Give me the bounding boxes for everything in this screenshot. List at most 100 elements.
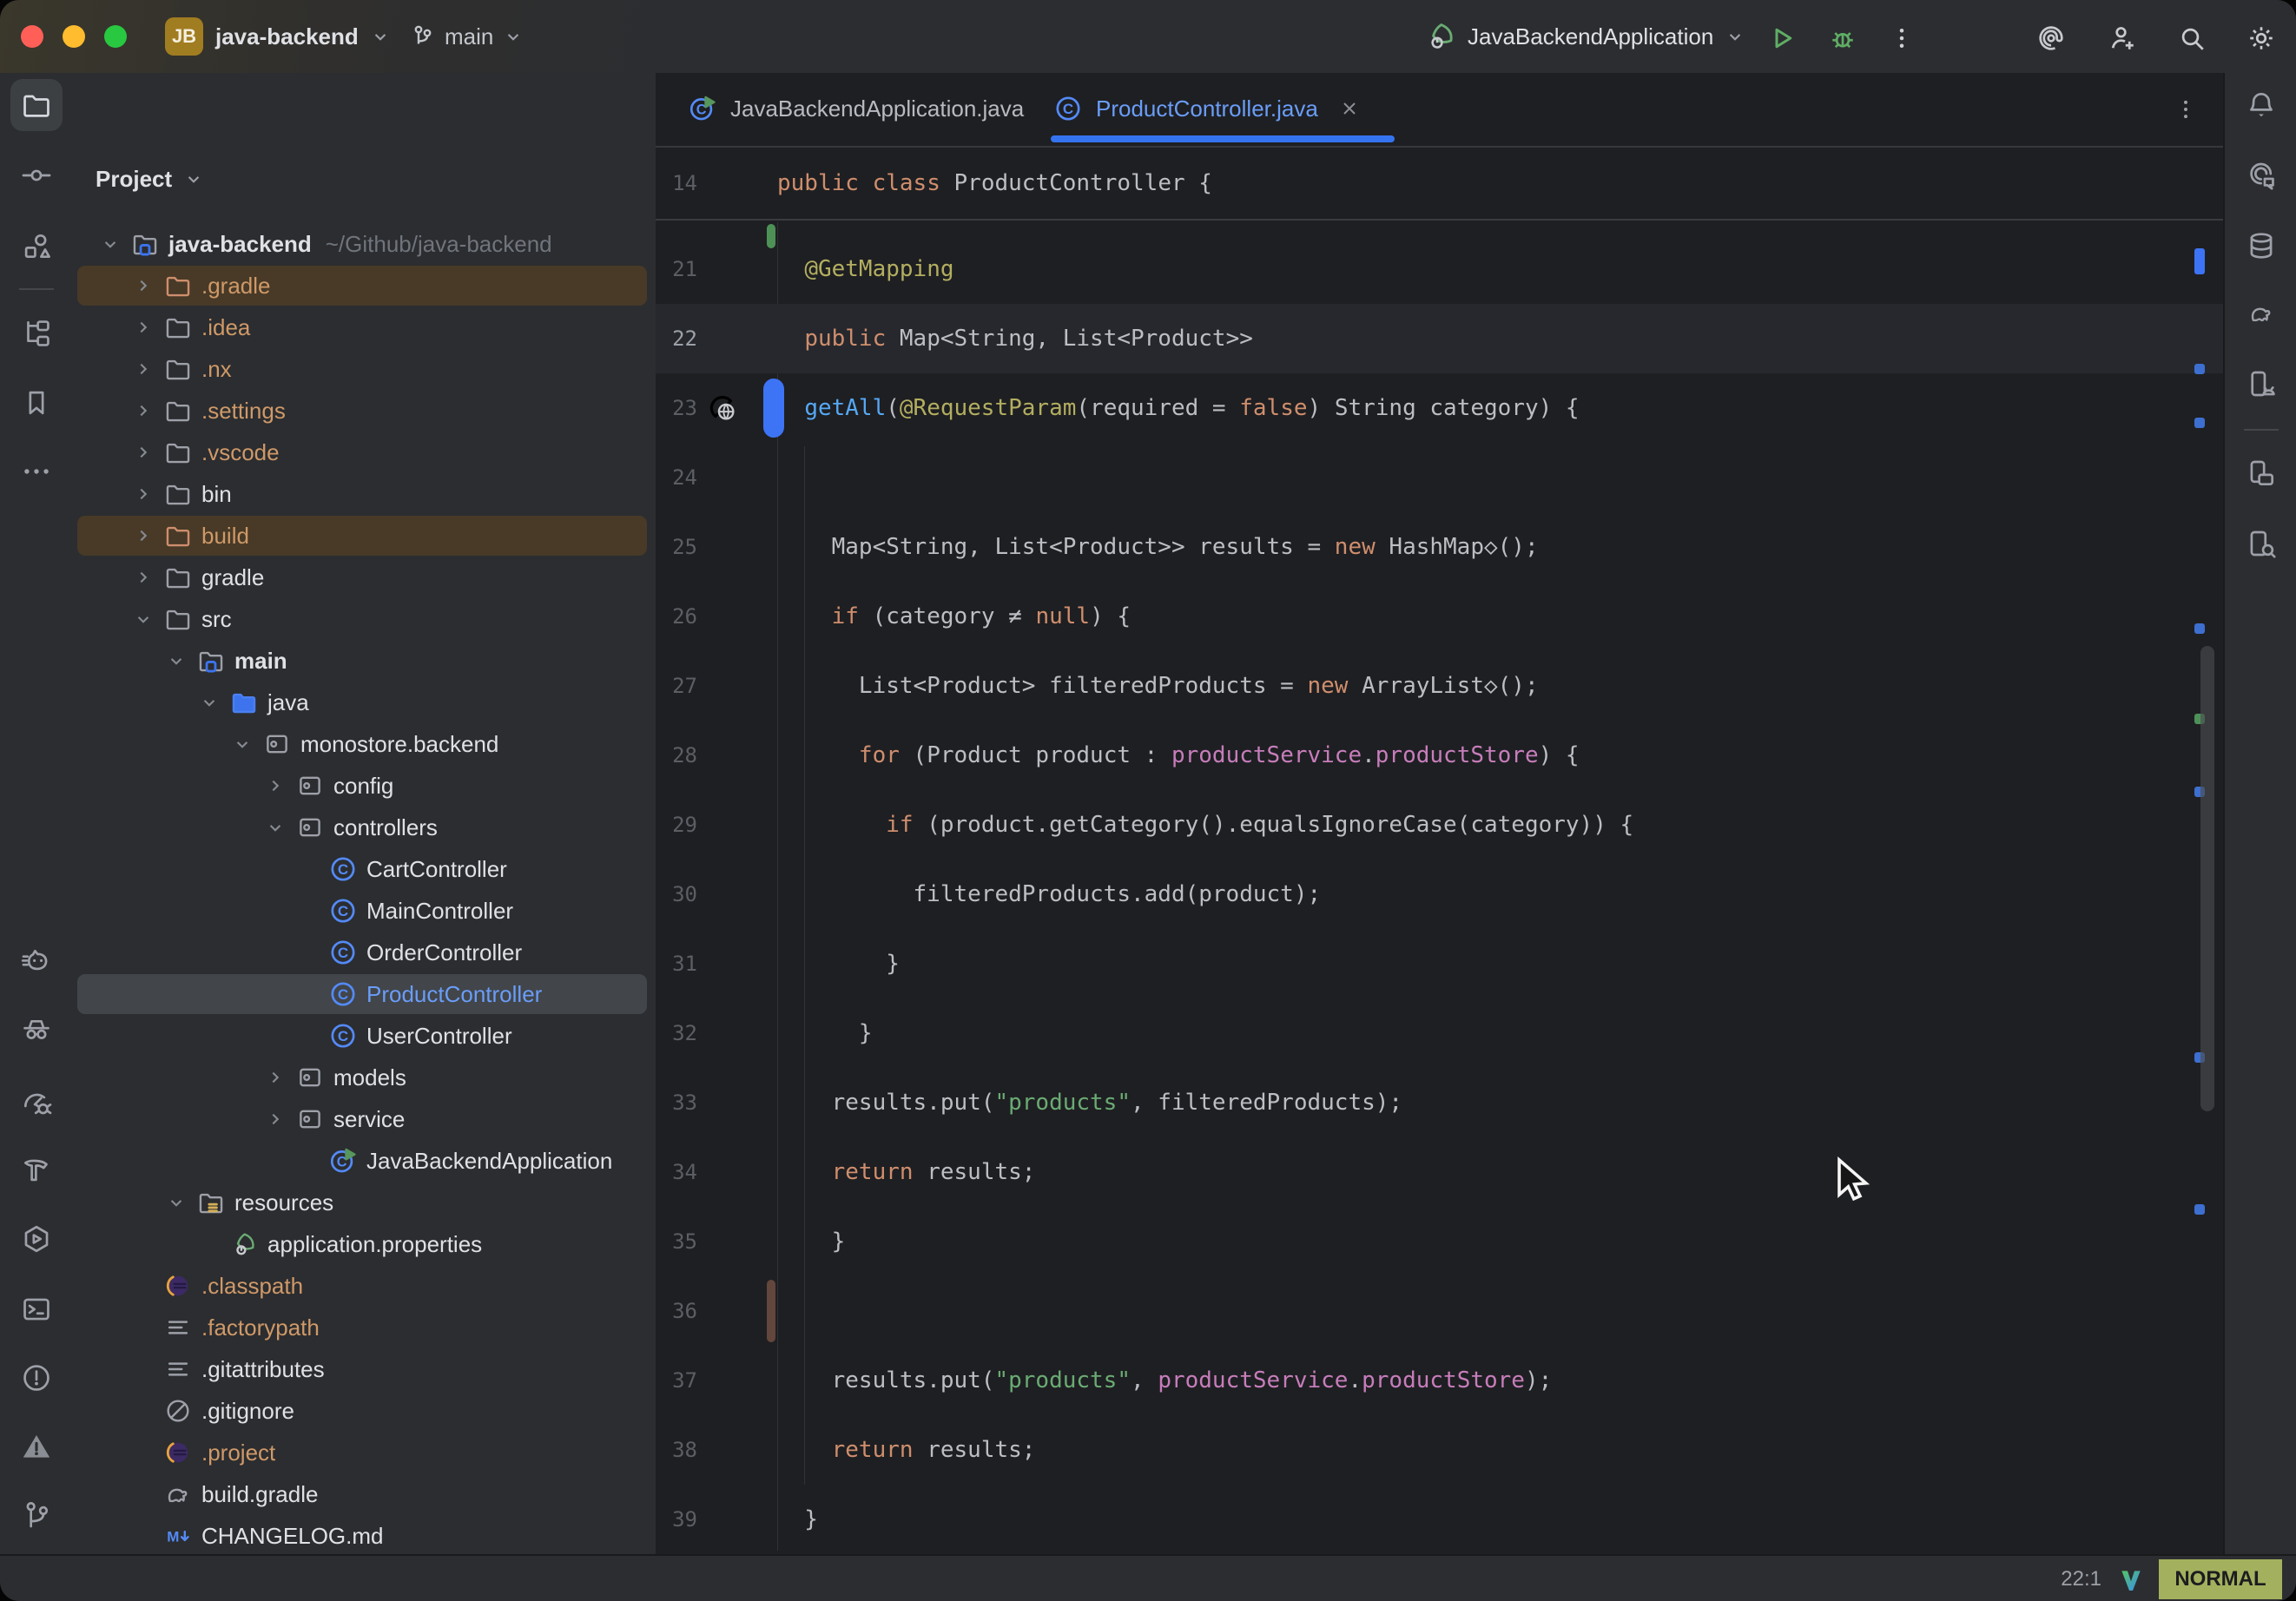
database-button[interactable] [2235,220,2287,272]
stripe-mark[interactable] [2194,1204,2205,1215]
copilot-cat-button[interactable] [10,936,63,988]
chevron-down-icon[interactable] [97,231,123,257]
code-line-36[interactable]: 36 [656,1276,2223,1346]
close-icon[interactable] [1339,98,1360,119]
more-actions-button[interactable] [1883,19,1921,57]
search-everywhere-button[interactable] [2173,19,2211,57]
tree-item-.project[interactable]: .project [73,1432,656,1473]
tree-item-main[interactable]: main [73,640,656,682]
tree-item-.factorypath[interactable]: .factorypath [73,1307,656,1348]
tree-item-OrderController[interactable]: COrderController [73,932,656,973]
code-line-35[interactable]: 35 } [656,1207,2223,1276]
gauge-bug-button[interactable] [10,1077,63,1129]
code-line-22[interactable]: 22 public Map<String, List<Product>> [656,304,2223,373]
chevron-right-icon[interactable] [130,273,156,299]
code-line-24[interactable]: 24 [656,443,2223,512]
code-line-37[interactable]: 37 results.put("products", productServic… [656,1346,2223,1415]
services-button[interactable] [10,1213,63,1265]
settings-gear-button[interactable] [2242,19,2280,57]
code-line-34[interactable]: 34 return results; [656,1137,2223,1207]
code-line-38[interactable]: 38 return results; [656,1415,2223,1485]
tree-item-ProductController[interactable]: CProductController [73,973,656,1015]
code-line-25[interactable]: 25 Map<String, List<Product>> results = … [656,512,2223,582]
code-line-23[interactable]: 23 getAll(@RequestParam(required = false… [656,373,2223,443]
commit-button[interactable] [10,149,63,201]
tab-options-button[interactable] [2167,90,2205,128]
tree-item-models[interactable]: models [73,1057,656,1098]
tree-item-.vscode[interactable]: .vscode [73,432,656,473]
gradle-button[interactable] [2235,287,2287,339]
chevron-down-icon[interactable] [229,731,255,757]
tree-item-src[interactable]: src [73,598,656,640]
more-button[interactable] [10,445,63,497]
tree-item-bin[interactable]: bin [73,473,656,515]
code-line-32[interactable]: 32 } [656,998,2223,1068]
chevron-right-icon[interactable] [130,523,156,549]
chevron-right-icon[interactable] [262,1106,288,1132]
tree-item-.idea[interactable]: .idea [73,306,656,348]
code-line-27[interactable]: 27 List<Product> filteredProducts = new … [656,651,2223,721]
tab-JavaBackendApplication.java[interactable]: CJavaBackendApplication.java [673,73,1043,144]
tree-item-.gitattributes[interactable]: .gitattributes [73,1348,656,1390]
tree-item-gradle[interactable]: gradle [73,557,656,598]
chevron-down-icon[interactable] [196,689,222,715]
chevron-down-icon[interactable] [163,648,189,674]
code-line-21[interactable]: 21 @GetMapping [656,234,2223,304]
stripe-mark[interactable] [2194,364,2205,374]
device-explorer-button[interactable] [2235,517,2287,570]
running-devices-button[interactable] [2235,358,2287,410]
chevron-right-icon[interactable] [262,773,288,799]
bookmarks-button[interactable] [10,377,63,429]
tree-item-config[interactable]: config [73,765,656,807]
ideavim-icon[interactable] [2114,1563,2148,1598]
tree-item-MainController[interactable]: CMainController [73,890,656,932]
tree-item-build.gradle[interactable]: build.gradle [73,1473,656,1515]
tree-item-application.properties[interactable]: application.properties [73,1223,656,1265]
code-line-29[interactable]: 29 if (product.getCategory().equalsIgnor… [656,790,2223,860]
tree-item-.gradle[interactable]: .gradle [73,265,656,306]
project-panel-header[interactable]: Project [96,158,205,200]
git-branch-button[interactable] [10,1489,63,1541]
tree-item-UserController[interactable]: CUserController [73,1015,656,1057]
project-switcher[interactable]: java-backend [215,0,392,73]
profiler-spy-button[interactable] [10,1003,63,1055]
zoom-window-button[interactable] [104,25,127,48]
close-window-button[interactable] [21,25,43,48]
code-with-me-button[interactable] [2103,19,2141,57]
tree-item-.nx[interactable]: .nx [73,348,656,390]
tree-item-CHANGELOG.md[interactable]: MCHANGELOG.md [73,1515,656,1554]
run-configuration[interactable]: JavaBackendApplication [1424,0,1746,73]
project-folder-button[interactable] [10,79,63,131]
tree-item-resources[interactable]: resources [73,1182,656,1223]
chevron-right-icon[interactable] [262,1064,288,1090]
chevron-right-icon[interactable] [130,314,156,340]
project-badge[interactable]: JB [165,17,203,56]
tree-item-CartController[interactable]: CCartController [73,848,656,890]
tree-item-.gitignore[interactable]: .gitignore [73,1390,656,1432]
vim-mode-badge[interactable]: NORMAL [2159,1559,2282,1599]
ai-assistant-button[interactable] [2032,19,2070,57]
code-line-28[interactable]: 28 for (Product product : productService… [656,721,2223,790]
tree-item-java-backend[interactable]: java-backend~/Github/java-backend [73,223,656,265]
stripe-mark[interactable] [2194,418,2205,428]
tree-item-build[interactable]: build [73,515,656,557]
shapes-button[interactable] [10,220,63,272]
tree-item-monostore.backend[interactable]: monostore.backend [73,723,656,765]
tree-item-service[interactable]: service [73,1098,656,1140]
build-hammer-button[interactable] [10,1143,63,1196]
problems-button[interactable] [10,1352,63,1404]
endpoint-icon[interactable] [706,392,739,425]
device-manager-button[interactable] [2235,447,2287,499]
code-line-26[interactable]: 26 if (category ≠ null) { [656,582,2223,651]
tree-item-.settings[interactable]: .settings [73,390,656,432]
code-line-31[interactable]: 31 } [656,929,2223,998]
chevron-down-icon[interactable] [262,814,288,840]
stripe-mark[interactable] [2194,623,2205,634]
chevron-right-icon[interactable] [130,398,156,424]
tree-item-controllers[interactable]: controllers [73,807,656,848]
minimize-window-button[interactable] [63,25,85,48]
run-button[interactable] [1763,19,1801,57]
branch-switcher[interactable]: main [408,0,525,73]
ai-assistant-button[interactable] [2235,149,2287,201]
code-line-39[interactable]: 39 } [656,1485,2223,1554]
